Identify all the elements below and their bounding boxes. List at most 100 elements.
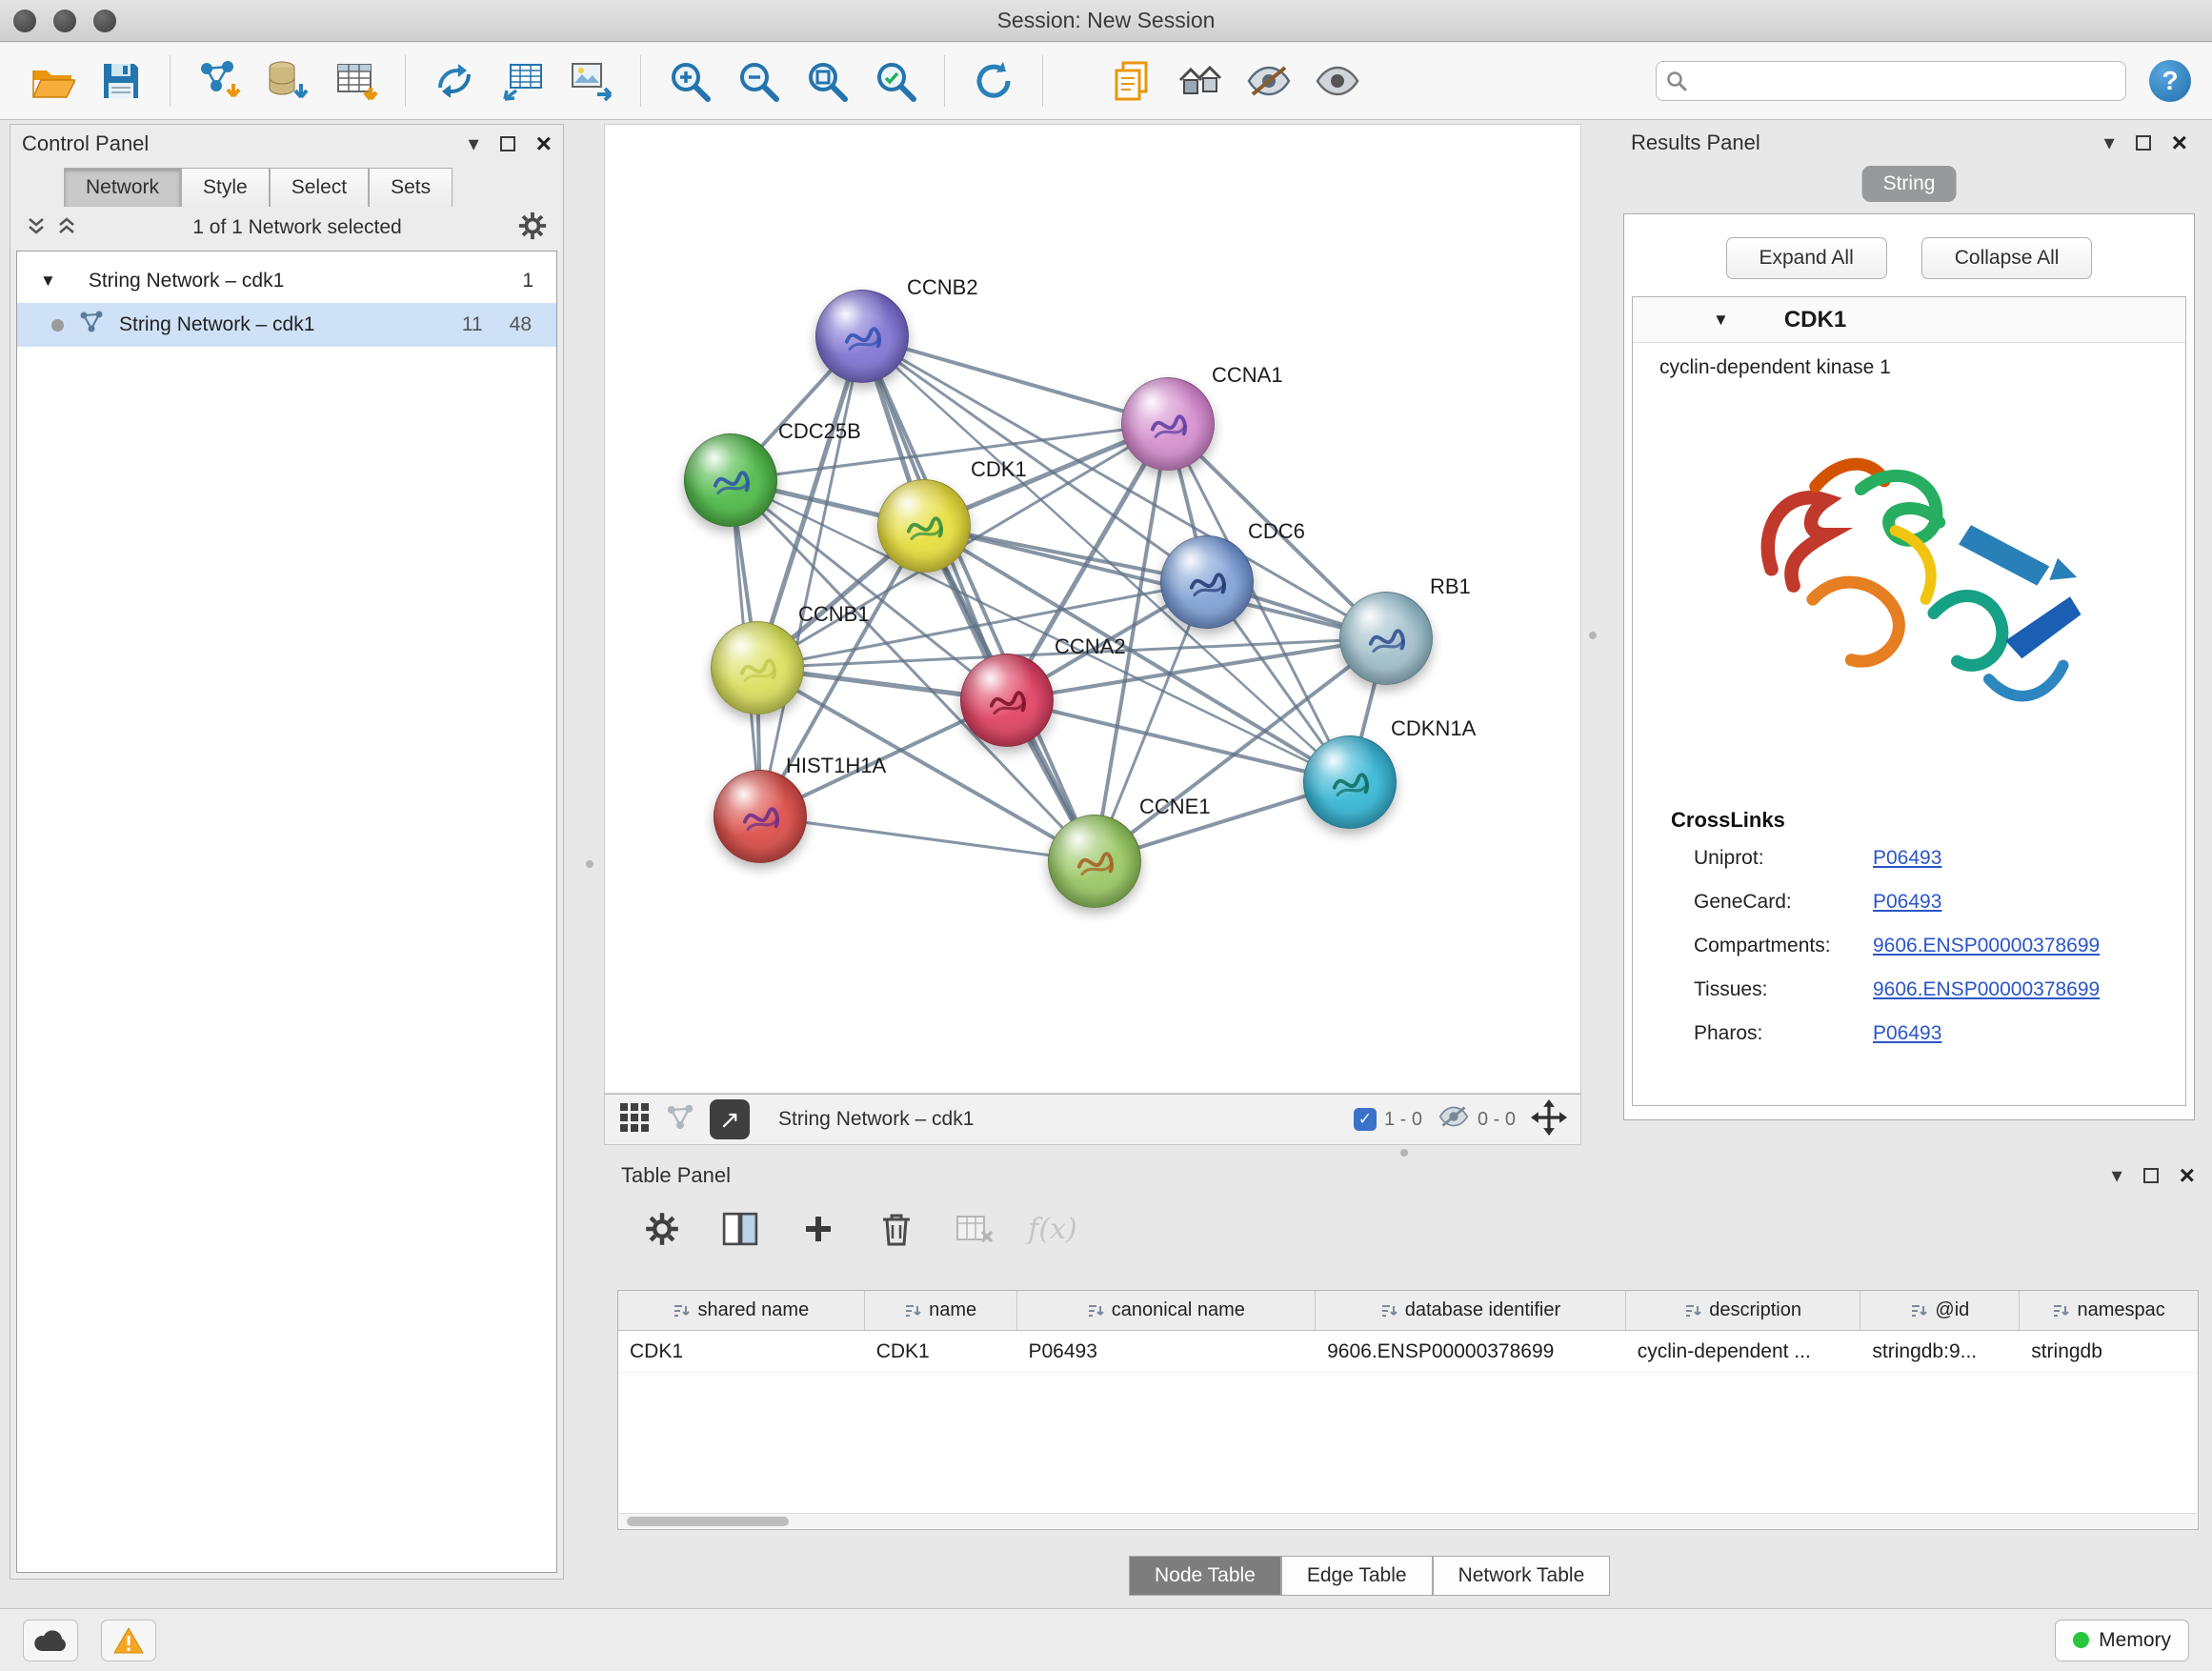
network-view-canvas[interactable]: CCNB2CCNA1CDC25BCDK1CDC6RB1CCNB1CCNA2CDK… [604,124,1581,1094]
column-header[interactable]: description [1626,1291,1861,1330]
network-collection-row[interactable]: ▼ String Network – cdk1 1 [17,259,556,303]
network-node-cdk1[interactable] [877,479,971,573]
import-network-from-database-icon[interactable] [256,50,319,112]
network-node-ccna1[interactable] [1121,377,1215,471]
column-header[interactable]: shared name [618,1291,865,1330]
tab-style[interactable]: Style [181,168,270,207]
network-node-ccnb2[interactable] [815,290,909,383]
network-node-ccnb1[interactable] [711,621,804,715]
cell-shared-name[interactable]: CDK1 [618,1331,865,1372]
scrollbar-thumb[interactable] [627,1517,789,1526]
close-panel-icon[interactable]: × [2172,128,2187,158]
pan-move-icon[interactable] [1531,1099,1567,1140]
network-node-ccna2[interactable] [960,654,1054,747]
network-table-icon[interactable] [492,50,554,112]
string-results-tab[interactable]: String [1862,166,1957,202]
horizontal-scrollbar[interactable] [619,1513,2197,1528]
expand-all-networks-icon[interactable] [56,215,77,241]
help-icon[interactable]: ? [2149,60,2191,102]
toolbar-search[interactable] [1656,61,2126,101]
cell-description[interactable]: cyclin-dependent ... [1626,1331,1861,1372]
network-node-rb1[interactable] [1339,592,1433,685]
network-node-hist1h1a[interactable] [714,770,807,863]
column-header[interactable]: canonical name [1017,1291,1317,1330]
float-panel-icon[interactable] [2143,1168,2159,1183]
hide-graphics-details-icon[interactable] [1237,50,1300,112]
export-image-icon[interactable] [560,50,623,112]
expand-all-button[interactable]: Expand All [1726,237,1887,279]
close-panel-icon[interactable]: × [2180,1160,2195,1191]
panel-menu-icon[interactable]: ▾ [2104,132,2115,153]
grid-view-icon[interactable] [618,1101,651,1138]
memory-button[interactable]: Memory [2055,1620,2189,1661]
new-network-from-selection-icon[interactable] [423,50,486,112]
cell-namespace[interactable]: stringdb [2020,1331,2198,1372]
cell-name[interactable]: CDK1 [865,1331,1017,1372]
float-panel-icon[interactable] [500,136,515,151]
crosslink-link-uniprot[interactable]: P06493 [1873,847,1941,870]
birdseye-view-toggle[interactable]: ↗ [710,1099,750,1139]
float-panel-icon[interactable] [2136,135,2151,151]
network-node-cdkn1a[interactable] [1303,735,1397,829]
snapshot-documents-icon[interactable] [1100,50,1163,112]
cell-id[interactable]: stringdb:9... [1860,1331,2020,1372]
import-network-icon[interactable] [188,50,251,112]
cell-database-identifier[interactable]: 9606.ENSP00000378699 [1316,1331,1626,1372]
delete-table-icon[interactable] [951,1205,998,1253]
maximize-window-button[interactable] [93,10,116,32]
tab-network[interactable]: Network [64,168,181,207]
save-session-icon[interactable] [90,50,152,112]
table-row[interactable]: CDK1 CDK1 P06493 9606.ENSP00000378699 cy… [618,1331,2198,1373]
column-header[interactable]: name [865,1291,1017,1330]
search-input[interactable] [1695,70,2104,92]
splitter-handle[interactable] [1589,632,1597,639]
selected-checkbox-icon[interactable]: ✓ [1354,1108,1377,1131]
import-table-icon[interactable] [325,50,388,112]
network-node-cdc6[interactable] [1160,535,1254,629]
open-session-icon[interactable] [21,50,84,112]
minimize-window-button[interactable] [53,10,76,32]
splitter-handle[interactable] [1400,1149,1408,1157]
panel-menu-icon[interactable]: ▾ [469,133,479,154]
tab-network-table[interactable]: Network Table [1433,1556,1611,1596]
tab-node-table[interactable]: Node Table [1129,1556,1281,1596]
panel-menu-icon[interactable]: ▾ [2112,1165,2122,1186]
network-row-selected[interactable]: String Network – cdk1 11 48 [17,303,556,347]
column-header[interactable]: namespac [2020,1291,2198,1330]
tab-select[interactable]: Select [270,168,369,207]
collapse-all-networks-icon[interactable] [26,215,47,241]
gene-disclosure-icon[interactable]: ▼ [1713,311,1729,330]
zoom-fit-icon[interactable] [795,50,858,112]
network-node-ccne1[interactable] [1048,815,1141,908]
birdseye-home-icon[interactable] [1169,50,1232,112]
function-builder-icon[interactable]: f(x) [1029,1205,1076,1253]
refresh-icon[interactable] [962,50,1025,112]
warnings-button[interactable] [101,1620,156,1661]
zoom-in-icon[interactable] [658,50,721,112]
column-header[interactable]: @id [1860,1291,2020,1330]
cell-canonical-name[interactable]: P06493 [1017,1331,1317,1372]
show-graphics-details-icon[interactable] [1306,50,1369,112]
delete-column-trash-icon[interactable] [873,1205,920,1253]
close-window-button[interactable] [13,10,36,32]
show-columns-icon[interactable] [716,1205,764,1253]
zoom-out-icon[interactable] [727,50,790,112]
cloud-status-button[interactable] [23,1620,78,1661]
column-header[interactable]: database identifier [1316,1291,1626,1330]
share-network-icon[interactable] [666,1104,694,1136]
add-column-plus-icon[interactable] [794,1205,842,1253]
table-settings-gear-icon[interactable] [638,1205,686,1253]
collection-disclosure-icon[interactable]: ▼ [40,272,56,291]
crosslink-link-tissues[interactable]: 9606.ENSP00000378699 [1873,978,2100,1001]
collapse-all-button[interactable]: Collapse All [1921,237,2093,279]
tab-sets[interactable]: Sets [369,168,452,207]
zoom-selected-icon[interactable] [864,50,927,112]
tab-edge-table[interactable]: Edge Table [1281,1556,1433,1596]
splitter-handle[interactable] [586,860,593,868]
close-panel-icon[interactable]: × [536,129,552,159]
gene-header[interactable]: ▼ CDK1 [1633,297,2185,343]
crosslink-link-compartments[interactable]: 9606.ENSP00000378699 [1873,935,2100,957]
crosslink-link-genecard[interactable]: P06493 [1873,891,1941,914]
network-options-gear-icon[interactable] [517,211,548,246]
crosslink-link-pharos[interactable]: P06493 [1873,1022,1941,1045]
